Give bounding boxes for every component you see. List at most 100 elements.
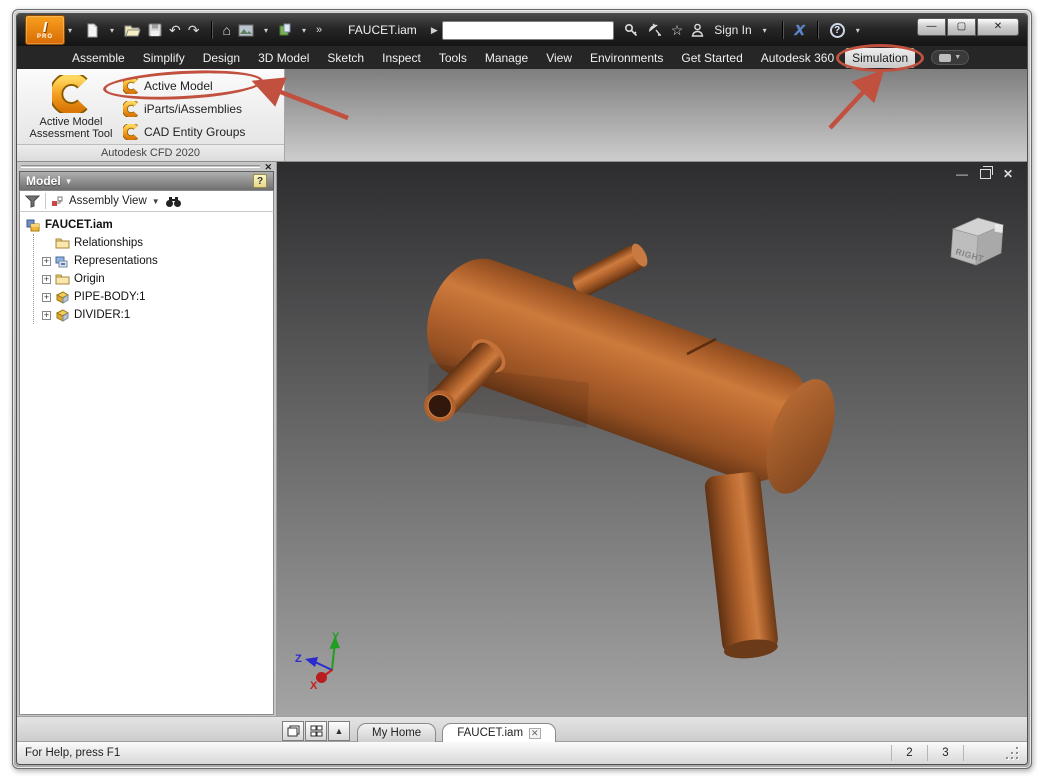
search-key-icon[interactable] <box>624 23 639 38</box>
favorites-star-icon[interactable]: ☆ <box>671 22 684 39</box>
browser-grab-bar[interactable]: ✕ <box>17 162 276 171</box>
help-icon[interactable]: ? <box>829 22 845 38</box>
tab-autodesk-360[interactable]: Autodesk 360 <box>754 48 841 68</box>
active-model-assessment-tool-button[interactable]: Active Model Assessment Tool <box>23 73 119 144</box>
status-cell-empty: . <box>963 745 999 761</box>
save-icon[interactable] <box>148 23 162 37</box>
model-scene: RIGHT Y Z X <box>277 162 1027 716</box>
inventor-logo-icon: I <box>42 18 48 36</box>
view-cube-corner[interactable] <box>994 223 1004 234</box>
cad-entity-groups-label: CAD Entity Groups <box>144 125 246 139</box>
render-caret-icon[interactable]: ▾ <box>264 26 268 35</box>
tree-item-representations[interactable]: + Representations <box>42 252 273 270</box>
undo-icon[interactable]: ↶ <box>169 23 181 37</box>
toolbar-overflow-icon[interactable]: » <box>316 23 322 37</box>
browser-header[interactable]: Model ▼ ? <box>19 171 274 190</box>
cad-entity-groups-button[interactable]: CAD Entity Groups <box>119 122 249 142</box>
open-file-icon[interactable] <box>124 23 141 37</box>
browser-help-icon[interactable]: ? <box>253 174 267 188</box>
graphics-viewport[interactable]: RIGHT Y Z X — ✕ <box>277 162 1027 716</box>
tab-tools[interactable]: Tools <box>432 48 474 68</box>
view-mode-label[interactable]: Assembly View <box>69 195 147 207</box>
expand-icon[interactable]: + <box>42 292 51 302</box>
tab-assemble[interactable]: Assemble <box>65 48 132 68</box>
sign-in-label[interactable]: Sign In <box>714 23 751 37</box>
tree-item-label: Representations <box>74 255 158 267</box>
document-tab-bar: ▲ My Home FAUCET.iam ✕ <box>17 716 1027 742</box>
tab-inspect[interactable]: Inspect <box>375 48 428 68</box>
tab-manage[interactable]: Manage <box>478 48 535 68</box>
expand-icon[interactable]: + <box>42 274 51 284</box>
tile-icon <box>310 725 322 737</box>
application-menu-button[interactable]: I PRO <box>25 15 65 45</box>
home-icon[interactable]: ⌂ <box>223 23 231 37</box>
tree-item-divider[interactable]: + DIVIDER:1 <box>42 306 273 324</box>
assembly-icon <box>26 219 40 231</box>
expand-icon[interactable]: + <box>42 310 51 320</box>
tab-design[interactable]: Design <box>196 48 247 68</box>
resize-grip[interactable] <box>1005 746 1019 760</box>
exchange-apps-icon[interactable]: X <box>795 22 805 39</box>
tab-simulation[interactable]: Simulation <box>836 43 925 72</box>
expand-tabbar-button[interactable]: ▲ <box>328 721 350 741</box>
iparts-label: iParts/iAssemblies <box>144 102 243 116</box>
cfd-icon <box>123 101 139 117</box>
tree-item-origin[interactable]: + Origin <box>42 270 273 288</box>
pro-badge: PRO <box>36 33 53 40</box>
doc-close-icon[interactable]: ✕ <box>1003 168 1013 180</box>
browser-close-icon[interactable]: ✕ <box>264 162 272 171</box>
tree-item-pipe-body[interactable]: + PIPE-BODY:1 <box>42 288 273 306</box>
cascade-windows-button[interactable] <box>282 721 304 741</box>
tab-close-icon[interactable]: ✕ <box>529 727 541 739</box>
new-file-icon[interactable] <box>85 23 100 38</box>
close-button[interactable]: ✕ <box>977 18 1019 36</box>
document-window-controls: — ✕ <box>956 166 1013 180</box>
redo-icon[interactable]: ↷ <box>188 23 200 37</box>
tab-view[interactable]: View <box>539 48 579 68</box>
doc-minimize-icon[interactable]: — <box>956 168 968 180</box>
tab-3d-model[interactable]: 3D Model <box>251 48 316 68</box>
browser-title-caret-icon[interactable]: ▼ <box>65 177 73 186</box>
render-image-icon[interactable] <box>238 24 254 37</box>
panel-footer-label[interactable]: Autodesk CFD 2020 <box>17 144 284 161</box>
active-model-button[interactable]: Active Model <box>102 66 264 104</box>
material-caret-icon[interactable]: ▾ <box>302 26 306 35</box>
minimize-button[interactable]: — <box>917 18 946 36</box>
tile-windows-button[interactable] <box>305 721 327 741</box>
grab-handle[interactable] <box>21 165 261 168</box>
tab-environments[interactable]: Environments <box>583 48 670 68</box>
tab-get-started[interactable]: Get Started <box>674 48 749 68</box>
tree-item-relationships[interactable]: Relationships <box>55 234 273 252</box>
expand-icon[interactable]: + <box>42 256 51 266</box>
help-caret-icon[interactable]: ▾ <box>856 26 860 35</box>
part-icon <box>55 309 70 322</box>
folder-icon <box>55 274 70 285</box>
tab-faucet-label: FAUCET.iam <box>457 727 524 739</box>
ribbon-display-toggle[interactable]: ▼ <box>931 50 970 65</box>
communication-center-icon[interactable] <box>647 23 663 37</box>
new-file-caret-icon[interactable]: ▾ <box>110 26 114 35</box>
app-menu-caret-icon[interactable]: ▾ <box>68 26 72 35</box>
tab-simulation-label: Simulation <box>852 50 909 65</box>
iparts-iassemblies-button[interactable]: iParts/iAssemblies <box>119 99 249 119</box>
find-binoculars-icon[interactable] <box>165 195 182 208</box>
tree-item-label: Relationships <box>74 237 144 249</box>
tab-my-home[interactable]: My Home <box>357 723 437 742</box>
search-input[interactable] <box>441 20 614 40</box>
sign-in-caret-icon[interactable]: ▾ <box>763 26 767 35</box>
doc-restore-icon[interactable] <box>979 166 993 179</box>
view-mode-caret-icon[interactable]: ▼ <box>152 197 160 206</box>
maximize-button[interactable]: ▢ <box>947 18 976 36</box>
tab-my-home-label: My Home <box>372 727 422 739</box>
tree-item-faucet[interactable]: FAUCET.iam <box>26 216 273 234</box>
filter-icon[interactable] <box>25 195 40 208</box>
search-expander-icon[interactable]: ▶ <box>431 25 438 36</box>
axis-y-label: Y <box>332 631 340 643</box>
status-cells: 2 3 . <box>891 742 1019 764</box>
material-icon[interactable] <box>278 23 292 37</box>
tab-faucet-document[interactable]: FAUCET.iam ✕ <box>442 723 556 742</box>
appearance-icon <box>939 53 952 62</box>
tab-sketch[interactable]: Sketch <box>320 48 371 68</box>
tab-simplify[interactable]: Simplify <box>136 48 192 68</box>
user-icon[interactable] <box>691 23 704 37</box>
